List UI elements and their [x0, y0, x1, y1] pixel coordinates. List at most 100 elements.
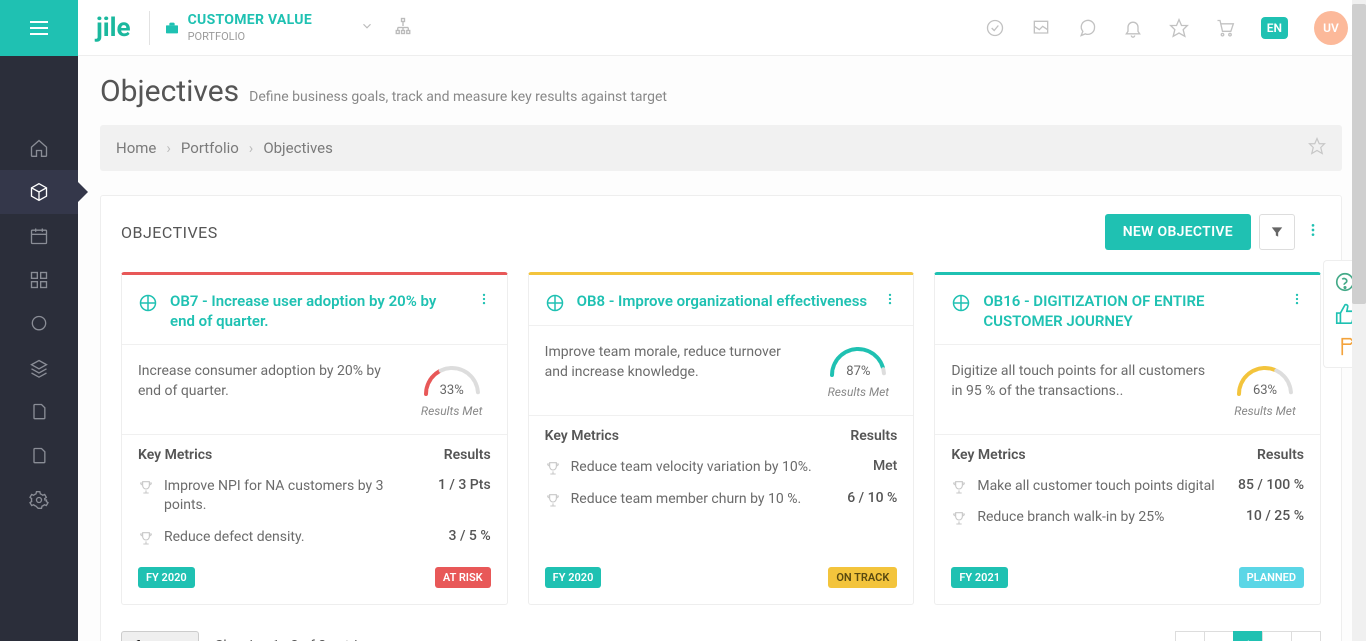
language-selector[interactable]: EN	[1261, 17, 1288, 39]
chat-icon-button[interactable]	[1077, 18, 1097, 38]
filter-icon	[1270, 225, 1284, 239]
page-size-select[interactable]: 6	[121, 631, 199, 641]
user-avatar[interactable]: UV	[1314, 11, 1348, 45]
fy-tag: FY 2021	[951, 567, 1008, 588]
card-title[interactable]: OB16 - DIGITIZATION OF ENTIRE CUSTOMER J…	[983, 291, 1278, 332]
box-icon	[29, 182, 49, 202]
metric-result: 10 / 25 %	[1246, 508, 1304, 524]
metric-result: 85 / 100 %	[1238, 477, 1304, 493]
inbox-icon	[1031, 18, 1051, 38]
metric-row: Reduce team member churn by 10 %. 6 / 10…	[529, 484, 914, 516]
trophy-icon	[138, 479, 154, 495]
metric-label: Reduce team member churn by 10 %.	[571, 490, 838, 510]
sidebar-item-settings[interactable]	[0, 478, 78, 522]
divider	[149, 11, 150, 45]
bell-icon-button[interactable]	[1123, 18, 1143, 38]
status-tag: PLANNED	[1239, 567, 1304, 588]
main-content: jile CUSTOMER VALUE PORTFOLIO EN UV	[78, 0, 1366, 641]
sidebar-item-apps[interactable]	[0, 258, 78, 302]
logo[interactable]: jile	[96, 13, 131, 43]
metric-label: Reduce branch walk-in by 25%	[977, 508, 1236, 528]
page-button[interactable]: 1	[1233, 631, 1263, 641]
layers-icon	[29, 358, 49, 378]
sidebar-item-docs[interactable]	[0, 390, 78, 434]
calendar-icon	[29, 226, 49, 246]
breadcrumb-portfolio[interactable]: Portfolio	[181, 139, 239, 157]
metric-row: Reduce defect density. 3 / 5 %	[122, 522, 507, 554]
new-objective-button[interactable]: NEW OBJECTIVE	[1105, 214, 1251, 250]
pagination: «‹1›»	[1176, 631, 1321, 641]
results-header: Results	[444, 447, 491, 463]
chevron-right-icon: ›	[166, 139, 171, 157]
grid-icon	[29, 270, 49, 290]
cart-icon-button[interactable]	[1215, 18, 1235, 38]
sidebar-item-chat[interactable]	[0, 302, 78, 346]
status-tag: AT RISK	[435, 567, 491, 588]
metrics-header: Key Metrics	[545, 428, 619, 444]
star-icon-button[interactable]	[1169, 18, 1189, 38]
briefcase-icon	[164, 20, 180, 36]
sidebar-item-docs2[interactable]	[0, 434, 78, 478]
results-header: Results	[850, 428, 897, 444]
topbar: jile CUSTOMER VALUE PORTFOLIO EN UV	[78, 0, 1366, 56]
context-dropdown[interactable]	[360, 18, 374, 37]
sidebar	[0, 0, 78, 641]
results-header: Results	[1257, 447, 1304, 463]
card-description: Increase consumer adoption by 20% by end…	[138, 361, 401, 402]
files-icon	[29, 402, 49, 422]
breadcrumb: Home › Portfolio › Objectives	[100, 125, 1342, 171]
gauge-label: Results Met	[828, 385, 890, 399]
sidebar-item-home[interactable]	[0, 126, 78, 170]
panel-menu-button[interactable]	[1305, 222, 1321, 242]
page-button[interactable]: »	[1291, 631, 1321, 641]
trophy-icon	[951, 479, 967, 495]
card-menu-button[interactable]	[477, 291, 491, 310]
favorite-button[interactable]	[1308, 137, 1326, 159]
status-tag: ON TRACK	[828, 567, 897, 588]
trophy-icon	[138, 530, 154, 546]
speech-icon	[29, 314, 49, 334]
hamburger-icon	[27, 16, 51, 40]
card-title[interactable]: OB8 - Improve organizational effectivene…	[577, 291, 872, 311]
check-icon-button[interactable]	[985, 18, 1005, 38]
page-button[interactable]: ‹	[1204, 631, 1234, 641]
metrics-header: Key Metrics	[138, 447, 212, 463]
sitemap-icon	[394, 17, 412, 35]
star-icon	[1169, 18, 1189, 38]
card-menu-button[interactable]	[1290, 291, 1304, 310]
sidebar-item-objectives[interactable]	[0, 170, 78, 214]
context-selector[interactable]: CUSTOMER VALUE PORTFOLIO	[188, 12, 312, 43]
bell-icon	[1123, 18, 1143, 38]
sitemap-button[interactable]	[394, 17, 412, 39]
filter-button[interactable]	[1259, 214, 1295, 250]
card-description: Digitize all touch points for all custom…	[951, 361, 1214, 402]
check-circle-icon	[985, 18, 1005, 38]
star-icon	[1308, 137, 1326, 155]
breadcrumb-home[interactable]: Home	[116, 139, 156, 157]
card-title[interactable]: OB7 - Increase user adoption by 20% by e…	[170, 291, 465, 332]
scrollbar[interactable]	[1352, 0, 1366, 641]
cart-icon	[1215, 18, 1235, 38]
menu-toggle[interactable]	[0, 0, 78, 56]
card-menu-button[interactable]	[883, 291, 897, 310]
metrics-header: Key Metrics	[951, 447, 1025, 463]
sidebar-item-layers[interactable]	[0, 346, 78, 390]
metric-result: 3 / 5 %	[449, 528, 491, 544]
sidebar-item-calendar[interactable]	[0, 214, 78, 258]
objectives-panel: OBJECTIVES NEW OBJECTIVE OB7 - Increase …	[100, 195, 1342, 641]
metric-label: Reduce team velocity variation by 10%.	[571, 458, 863, 478]
inbox-icon-button[interactable]	[1031, 18, 1051, 38]
chevron-right-icon: ›	[249, 139, 254, 157]
kebab-icon	[1290, 292, 1304, 306]
objective-card: OB7 - Increase user adoption by 20% by e…	[121, 272, 508, 605]
metric-row: Reduce branch walk-in by 25% 10 / 25 %	[935, 502, 1320, 534]
page-button[interactable]: «	[1175, 631, 1205, 641]
gauge-label: Results Met	[1234, 404, 1296, 418]
fy-tag: FY 2020	[545, 567, 602, 588]
target-icon	[138, 293, 158, 313]
panel-title: OBJECTIVES	[121, 223, 218, 242]
metric-result: Met	[873, 458, 897, 474]
page-button[interactable]: ›	[1262, 631, 1292, 641]
kebab-icon	[883, 292, 897, 306]
metric-row: Improve NPI for NA customers by 3 points…	[122, 471, 507, 522]
